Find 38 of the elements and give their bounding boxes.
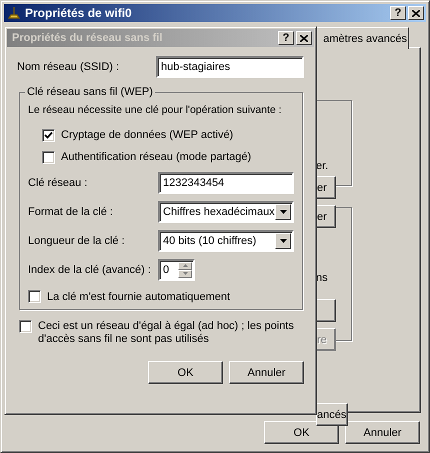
window-title: Propriétés de wifi0	[24, 6, 133, 20]
dropdown[interactable]: Chiffres hexadécimaux	[158, 200, 294, 222]
help-button[interactable]: ?	[278, 31, 294, 45]
close-button[interactable]	[296, 31, 312, 45]
group-title: Clé réseau sans fil (WEP)	[26, 86, 154, 98]
label-text: ns	[316, 272, 328, 284]
field-label: Format de la clé :	[28, 206, 114, 218]
spin-box[interactable]: 0	[158, 258, 195, 280]
field-label: Nom réseau (SSID) :	[17, 61, 120, 73]
checkbox[interactable]	[42, 150, 55, 164]
dialog-button[interactable]: OK	[148, 361, 223, 384]
close-icon	[300, 34, 308, 42]
button[interactable]: er	[316, 176, 336, 199]
dialog-button[interactable]: Annuler	[345, 421, 420, 444]
dialog-button[interactable]: OK	[264, 421, 339, 444]
instruction-text: Le réseau nécessite une clé pour l'opération suivante :	[28, 104, 283, 116]
dropdown[interactable]: 40 bits (10 chiffres)	[158, 230, 294, 252]
field-label: Clé réseau :	[28, 176, 88, 188]
checkmark-icon	[44, 130, 53, 140]
close-button[interactable]	[408, 6, 424, 20]
button[interactable]: er	[316, 205, 336, 228]
help-button[interactable]: ?	[390, 6, 406, 20]
checkbox[interactable]	[42, 128, 55, 142]
button[interactable]	[316, 299, 336, 322]
input-field[interactable]: 1232343454	[158, 172, 294, 194]
spin-up-icon[interactable]	[178, 262, 192, 270]
checkbox-label: Ceci est un réseau d'égal à égal (ad hoc) ; les points d'accès sans fil ne sont pas utilisés	[38, 320, 295, 346]
close-icon	[412, 10, 420, 16]
checkbox-label: Authentification réseau (mode partagé)	[61, 151, 252, 163]
checkbox[interactable]	[19, 320, 32, 333]
input-field[interactable]: hub-stagiaires	[156, 56, 304, 78]
checkbox-label: Cryptage de données (WEP activé)	[61, 129, 234, 141]
field-label: Longueur de la clé :	[28, 234, 126, 246]
checkbox-label: La clé m'est fournie automatiquement	[47, 290, 230, 302]
button[interactable]: ancés	[316, 403, 348, 426]
checkbox[interactable]	[28, 290, 41, 303]
field-label: Index de la clé (avancé) :	[28, 264, 152, 276]
dialog-button[interactable]: Annuler	[229, 361, 304, 384]
